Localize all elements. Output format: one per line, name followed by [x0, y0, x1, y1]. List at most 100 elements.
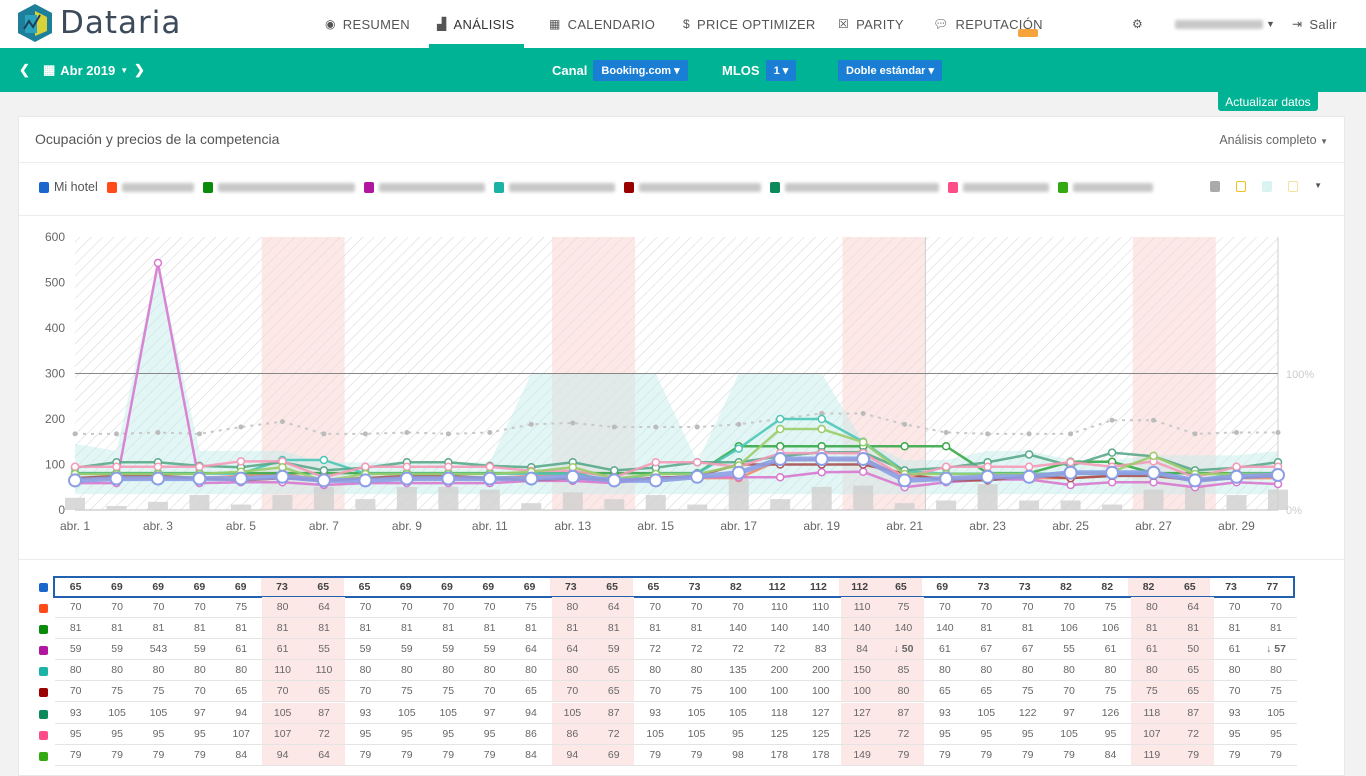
price-cell[interactable]: 105	[1255, 703, 1296, 723]
price-cell[interactable]: 80	[1131, 597, 1173, 617]
price-cell[interactable]: 55	[1048, 639, 1089, 659]
price-cell[interactable]: 72	[1172, 724, 1214, 744]
price-cell[interactable]: 75	[510, 597, 551, 617]
price-cell[interactable]: 93	[924, 703, 965, 723]
price-cell[interactable]: 65	[1172, 681, 1214, 701]
price-cell[interactable]: 81	[593, 618, 635, 638]
price-cell[interactable]: 93	[1214, 703, 1255, 723]
price-cell[interactable]: 83	[800, 639, 841, 659]
price-cell[interactable]: 73	[261, 578, 303, 596]
price-cell[interactable]: 95	[1255, 724, 1296, 744]
price-cell[interactable]: 59	[345, 639, 386, 659]
price-cell[interactable]: 140	[882, 618, 925, 638]
price-cell[interactable]: 69	[593, 745, 635, 765]
price-cell[interactable]: 70	[138, 597, 179, 617]
price-cell[interactable]: 72	[593, 724, 635, 744]
price-cell[interactable]: 178	[759, 745, 800, 765]
price-cell[interactable]: 95	[1214, 724, 1255, 744]
price-cell[interactable]: 105	[717, 703, 758, 723]
price-cell[interactable]: 79	[882, 745, 925, 765]
price-cell[interactable]: 70	[345, 681, 386, 701]
price-cell[interactable]: 79	[1255, 745, 1296, 765]
price-cell[interactable]: 125	[800, 724, 841, 744]
price-cell[interactable]: 125	[759, 724, 800, 744]
price-cell[interactable]: 86	[510, 724, 551, 744]
price-cell[interactable]: 80	[882, 681, 925, 701]
price-cell[interactable]: 81	[179, 618, 220, 638]
price-cell[interactable]: 81	[1214, 618, 1255, 638]
price-cell[interactable]: 118	[759, 703, 800, 723]
price-cell[interactable]: 119	[1131, 745, 1173, 765]
price-cell[interactable]: 200	[759, 660, 800, 680]
price-cell[interactable]: 64	[303, 745, 345, 765]
price-cell[interactable]: 94	[221, 703, 262, 723]
price-cell[interactable]: 97	[1048, 703, 1089, 723]
price-cell[interactable]: 70	[966, 597, 1007, 617]
price-cell[interactable]: 105	[386, 703, 427, 723]
price-cell[interactable]: 75	[221, 597, 262, 617]
price-cell[interactable]: 70	[428, 597, 469, 617]
price-cell[interactable]: 65	[510, 681, 551, 701]
price-cell[interactable]: 81	[96, 618, 137, 638]
price-cell[interactable]: 80	[676, 660, 717, 680]
price-cell[interactable]: 69	[138, 578, 179, 596]
price-cell[interactable]: 81	[221, 618, 262, 638]
price-cell[interactable]: 81	[261, 618, 304, 638]
price-cell[interactable]: 75	[1090, 681, 1131, 701]
price-cell[interactable]: 79	[345, 745, 386, 765]
price-cell[interactable]: 107	[221, 724, 262, 744]
price-cell[interactable]: 69	[220, 578, 261, 596]
price-cell[interactable]: 72	[676, 639, 717, 659]
price-cell[interactable]: 65	[591, 578, 633, 596]
price-cell[interactable]: 65	[344, 578, 385, 596]
price-cell[interactable]: 80	[1007, 660, 1048, 680]
price-cell[interactable]: 64	[551, 639, 594, 659]
price-cell[interactable]: 79	[55, 745, 96, 765]
price-cell[interactable]: 80	[634, 660, 675, 680]
price-cell[interactable]: 73	[550, 578, 592, 596]
price-cell[interactable]: 70	[1048, 597, 1089, 617]
price-cell[interactable]: 69	[468, 578, 509, 596]
price-cell[interactable]: 94	[510, 703, 551, 723]
price-cell[interactable]: 80	[1090, 660, 1131, 680]
price-cell[interactable]: 65	[633, 578, 674, 596]
price-cell[interactable]: 73	[963, 578, 1004, 596]
price-cell[interactable]: 87	[1172, 703, 1214, 723]
price-cell[interactable]: 93	[55, 703, 96, 723]
price-cell[interactable]: 95	[179, 724, 220, 744]
price-cell[interactable]: 70	[261, 681, 304, 701]
price-cell[interactable]: 105	[551, 703, 594, 723]
price-cell[interactable]: 97	[179, 703, 220, 723]
price-cell[interactable]: 140	[841, 618, 883, 638]
price-cell[interactable]: 70	[1214, 597, 1255, 617]
price-cell[interactable]: 150	[841, 660, 883, 680]
price-cell[interactable]: 79	[1214, 745, 1255, 765]
price-cell[interactable]: 70	[924, 597, 965, 617]
price-cell[interactable]: 70	[345, 597, 386, 617]
price-cell[interactable]: 72	[717, 639, 758, 659]
price-cell[interactable]: 81	[303, 618, 345, 638]
price-cell[interactable]: 81	[1255, 618, 1296, 638]
price-cell[interactable]: 140	[759, 618, 800, 638]
price-cell[interactable]: 97	[469, 703, 510, 723]
price-cell[interactable]: 75	[1255, 681, 1296, 701]
price-cell[interactable]: 112	[757, 578, 798, 596]
price-cell[interactable]: 64	[1172, 597, 1214, 617]
price-cell[interactable]: 75	[676, 681, 717, 701]
price-cell[interactable]: 70	[386, 597, 427, 617]
price-cell[interactable]: 105	[138, 703, 179, 723]
price-cell[interactable]: 65	[593, 681, 635, 701]
price-cell[interactable]: 70	[1255, 597, 1296, 617]
price-cell[interactable]: 95	[1007, 724, 1048, 744]
price-cell[interactable]: 59	[428, 639, 469, 659]
price-cell[interactable]: 79	[386, 745, 427, 765]
price-cell[interactable]: 77	[1252, 578, 1293, 596]
price-cell[interactable]: 61	[1131, 639, 1173, 659]
price-cell[interactable]: 55	[303, 639, 345, 659]
price-cell[interactable]: 80	[221, 660, 262, 680]
price-cell[interactable]: 140	[800, 618, 841, 638]
price-cell[interactable]: 95	[966, 724, 1007, 744]
price-cell[interactable]: 61	[924, 639, 965, 659]
price-cell[interactable]: 59	[593, 639, 635, 659]
price-cell[interactable]: 126	[1090, 703, 1131, 723]
